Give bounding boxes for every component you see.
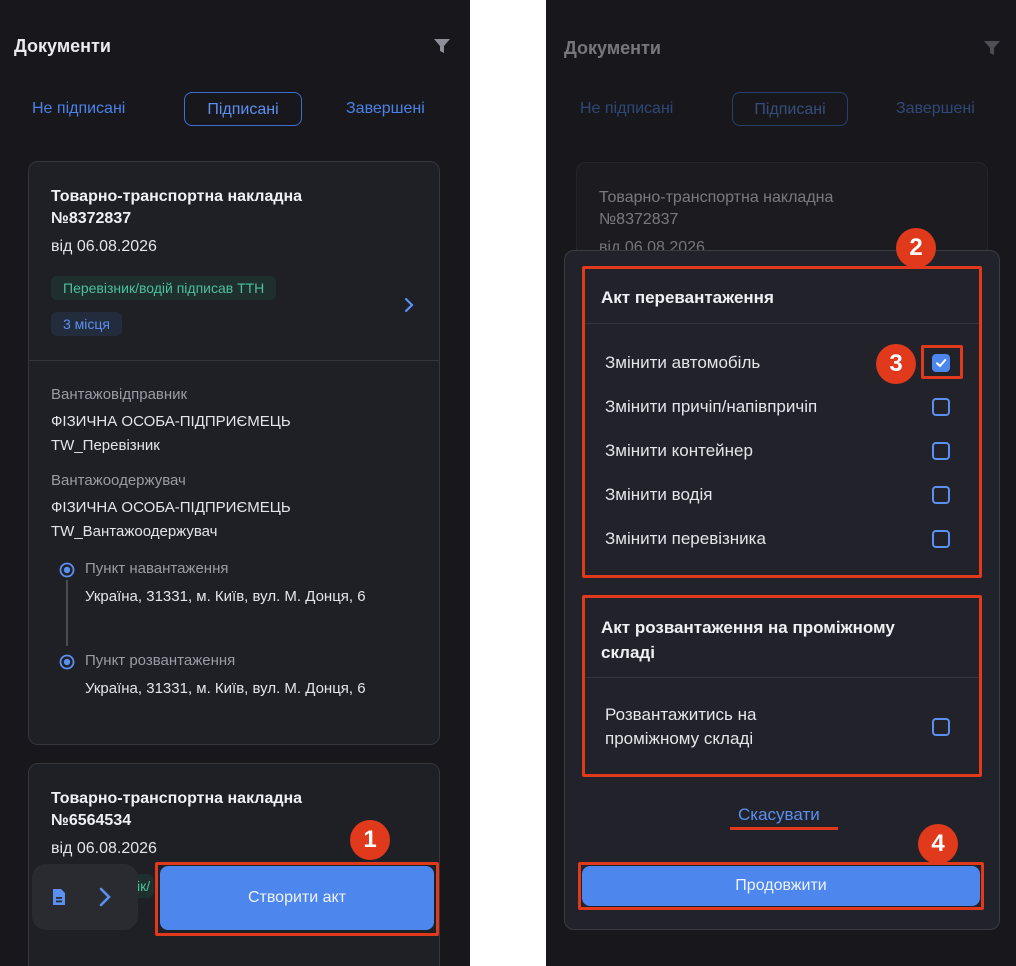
- card-title: Товарно-транспортна накладна №6564534: [51, 790, 303, 829]
- status-badge: Перевізник/водій підписав ТТН: [51, 276, 277, 300]
- checkbox-change-container[interactable]: [932, 442, 950, 460]
- radio-dot-icon: [59, 654, 75, 670]
- option-intermediate-unload[interactable]: Розвантажитись на проміжному складі: [605, 703, 825, 751]
- option-change-carrier[interactable]: Змінити перевізника: [605, 527, 766, 551]
- step-marker: 2: [896, 228, 936, 268]
- unloading-point-address: Україна, 31331, м. Київ, вул. М. Донця, …: [85, 680, 366, 697]
- chevron-right-icon[interactable]: [98, 886, 112, 908]
- action-pill: [32, 864, 138, 930]
- highlight-underline: [730, 827, 838, 830]
- sender-label: Вантажовідправник: [51, 386, 188, 403]
- page-title: Документи: [14, 36, 111, 56]
- divider: [29, 360, 439, 361]
- option-change-vehicle[interactable]: Змінити автомобіль: [605, 351, 760, 375]
- tab-signed: Підписані: [732, 92, 848, 126]
- card-title: Товарно-транспортна накладна №8372837: [51, 188, 303, 227]
- create-act-screen: Документи Не підписані Підписані Заверше…: [546, 0, 1016, 966]
- document-card[interactable]: Товарно-транспортна накладна №8372837 ві…: [28, 161, 440, 745]
- checkbox-change-vehicle[interactable]: [932, 354, 950, 372]
- checkbox-intermediate-unload[interactable]: [932, 718, 950, 736]
- step-marker: 4: [918, 824, 958, 864]
- document-icon[interactable]: [52, 888, 66, 906]
- receiver-label: Вантажоодержувач: [51, 472, 186, 489]
- divider: [585, 323, 979, 324]
- tab-completed: Завершені: [896, 100, 975, 117]
- option-change-trailer[interactable]: Змінити причіп/напівпричіп: [605, 395, 817, 419]
- radio-dot-icon: [59, 562, 75, 578]
- checkmark-icon: [936, 359, 947, 368]
- chevron-right-icon[interactable]: [403, 296, 415, 314]
- places-badge: 3 місця: [51, 312, 123, 336]
- checkbox-change-trailer[interactable]: [932, 398, 950, 416]
- receiver-value: ФІЗИЧНА ОСОБА-ПІДПРИЄМЕЦЬ TW_Вантажоодер…: [51, 499, 291, 540]
- tab-completed[interactable]: Завершені: [346, 92, 425, 126]
- option-change-container[interactable]: Змінити контейнер: [605, 439, 753, 463]
- route-line: [66, 580, 68, 646]
- section-title: Акт розвантаження на проміжному складі: [601, 618, 895, 662]
- page-title: Документи: [564, 38, 661, 58]
- card-date: від 06.08.2026: [51, 238, 157, 255]
- card-title: Товарно-транспортна накладна №8372837: [599, 189, 834, 228]
- cancel-button[interactable]: Скасувати: [738, 805, 820, 825]
- loading-point-label: Пункт навантаження: [85, 560, 229, 577]
- option-change-driver[interactable]: Змінити водія: [605, 483, 712, 507]
- card-date: від 06.08.2026: [51, 840, 157, 857]
- step-marker: 1: [350, 820, 390, 860]
- unloading-point-label: Пункт розвантаження: [85, 652, 236, 669]
- tab-unsigned[interactable]: Не підписані: [32, 92, 125, 126]
- filter-icon[interactable]: [434, 39, 450, 53]
- section-title: Акт перевантаження: [601, 288, 774, 307]
- tab-unsigned: Не підписані: [580, 100, 674, 117]
- sender-value: ФІЗИЧНА ОСОБА-ПІДПРИЄМЕЦЬ TW_Перевізник: [51, 413, 291, 454]
- checkbox-change-driver[interactable]: [932, 486, 950, 504]
- divider: [585, 677, 979, 678]
- checkbox-change-carrier[interactable]: [932, 530, 950, 548]
- step-marker: 3: [876, 344, 916, 384]
- loading-point-address: Україна, 31331, м. Київ, вул. М. Донця, …: [85, 588, 366, 605]
- create-act-button[interactable]: Створити акт: [160, 866, 434, 930]
- tab-signed[interactable]: Підписані: [184, 92, 302, 126]
- filter-icon: [984, 41, 1000, 55]
- documents-screen: Документи Не підписані Підписані Заверше…: [0, 0, 470, 966]
- continue-button[interactable]: Продовжити: [582, 866, 980, 906]
